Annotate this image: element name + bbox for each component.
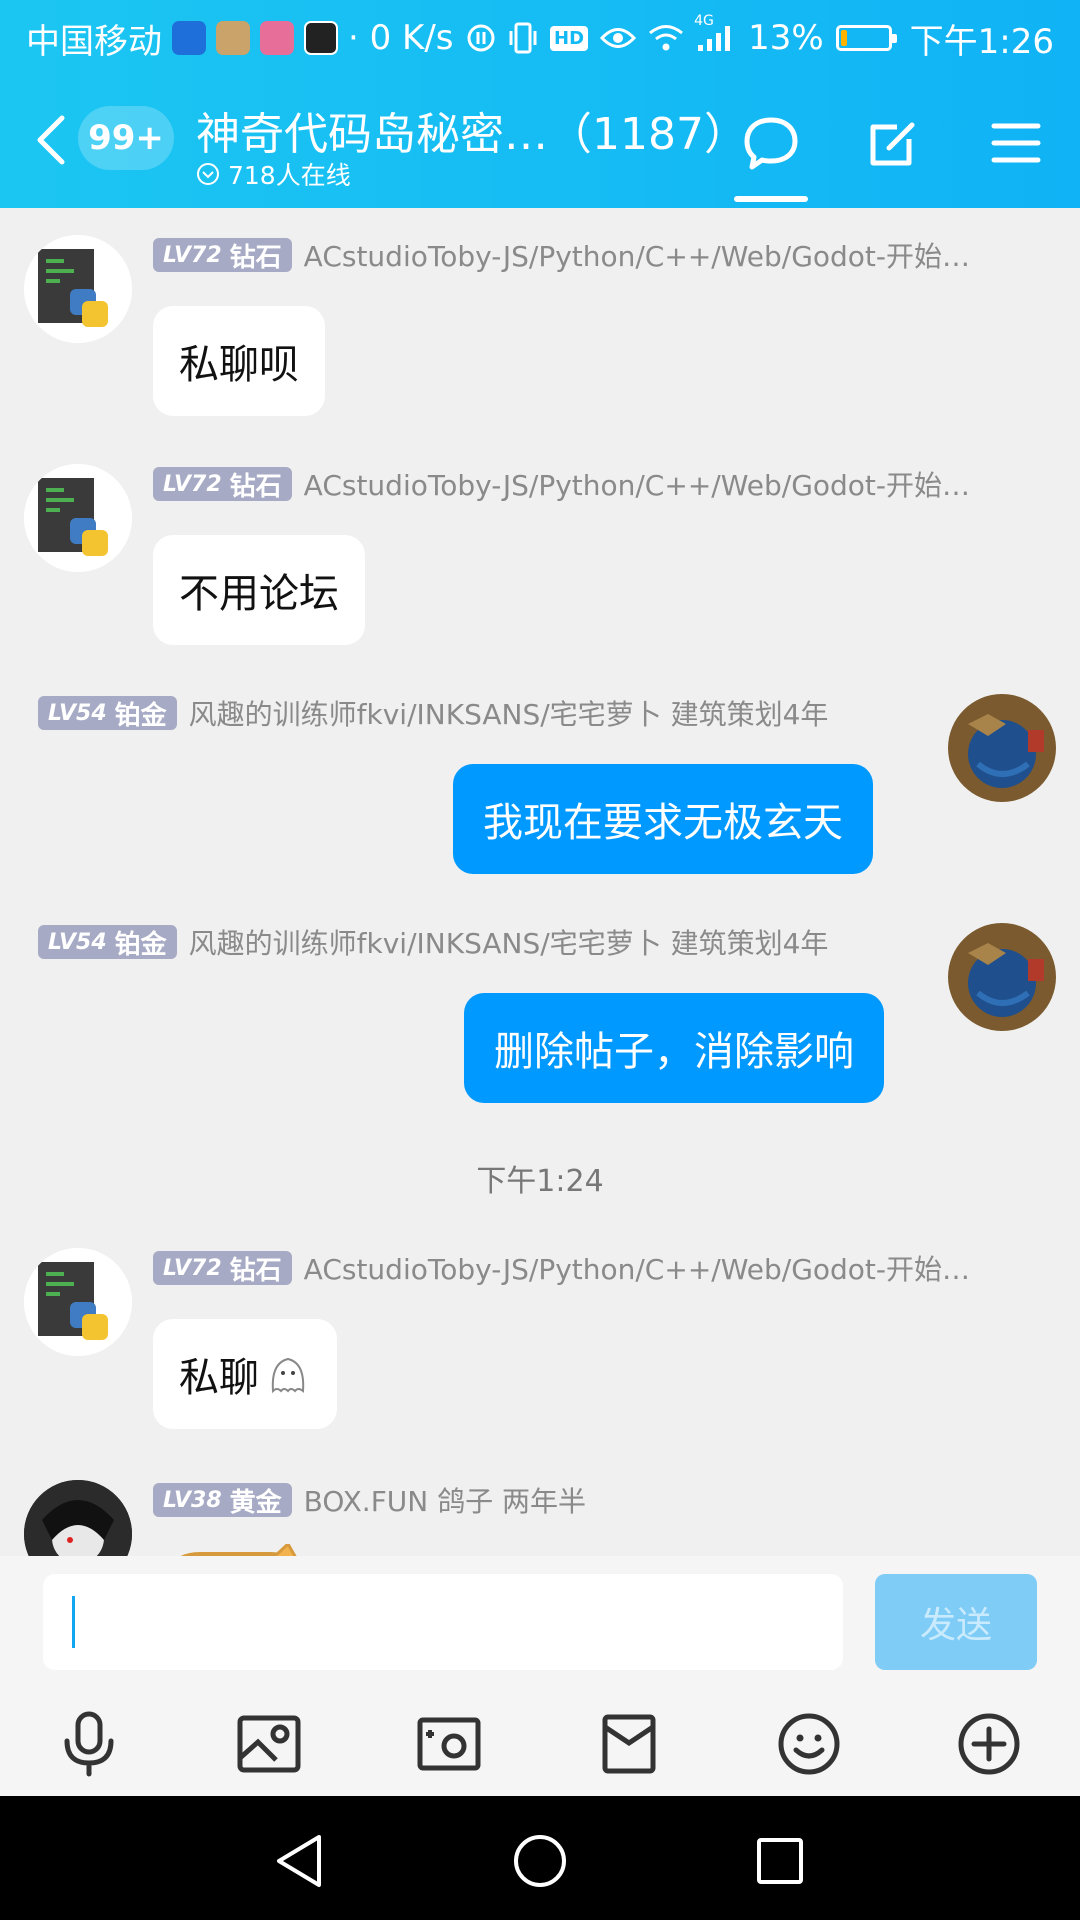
avatar[interactable] [24, 1248, 132, 1356]
net-type-label: 4G [694, 13, 714, 29]
active-tab-indicator [734, 196, 808, 202]
group-title[interactable]: 神奇代码岛秘密…（1187） [196, 98, 748, 162]
rank-label: 钻石 [229, 1255, 282, 1286]
nav-recents-icon[interactable] [745, 1826, 815, 1896]
level-label: LV54 [48, 929, 107, 955]
level-badge: LV38 黄金 [153, 1483, 292, 1518]
level-badge: LV54 铂金 [38, 925, 177, 960]
status-bar: 中国移动 · 0 K/s HD 4G 13% 下午1:26 [0, 0, 1080, 76]
rank-label: 铂金 [114, 929, 167, 960]
system-nav-bar [0, 1796, 1080, 1920]
eye-comfort-icon [600, 25, 637, 51]
check-circle-icon [197, 163, 219, 185]
level-label: LV38 [163, 1487, 222, 1513]
battery-percent: 13% [748, 18, 824, 58]
level-label: LV54 [48, 700, 107, 726]
sender-name[interactable]: ACstudioToby-JS/Python/C++/Web/Godot-开始… [304, 464, 970, 504]
screen-record-icon [304, 21, 338, 55]
sender-name[interactable]: 风趣的训练师fkvi/INKSANS/宅宅萝卜 建筑策划4年 [189, 693, 829, 733]
hd-voice-icon: HD [550, 25, 589, 51]
level-badge: LV72 钻石 [153, 467, 292, 502]
net-speed-label: · 0 K/s [348, 18, 454, 58]
rank-label: 黄金 [229, 1487, 282, 1518]
menu-icon[interactable] [985, 112, 1047, 174]
time-divider: 下午1:24 [476, 1164, 604, 1199]
signal-icon: 4G [694, 13, 736, 53]
unread-count-badge[interactable]: 99+ [78, 106, 174, 170]
my-message-bubble[interactable]: 删除帖子，消除影响 [464, 993, 884, 1103]
avatar[interactable] [948, 694, 1056, 802]
sender-meta: LV38 黄金 BOX.FUN 鸽子 两年半 [153, 1481, 586, 1519]
data-saver-icon [466, 23, 496, 53]
chat-header: 99+ 神奇代码岛秘密…（1187） 718人在线 [0, 90, 1080, 208]
level-badge: LV72 钻石 [153, 1251, 292, 1286]
level-label: LV72 [163, 1255, 222, 1281]
sender-meta: LV72 钻石 ACstudioToby-JS/Python/C++/Web/Go… [153, 1249, 970, 1287]
online-count[interactable]: 718人在线 [196, 156, 351, 192]
back-arrow-icon[interactable] [30, 110, 74, 170]
avatar[interactable] [24, 464, 132, 572]
red-packet-icon[interactable] [589, 1704, 669, 1784]
sender-name[interactable]: BOX.FUN 鸽子 两年半 [304, 1480, 586, 1520]
image-icon[interactable] [229, 1704, 309, 1784]
battery-icon [835, 25, 897, 51]
text-caret [72, 1596, 75, 1648]
sender-name[interactable]: 风趣的训练师fkvi/INKSANS/宅宅萝卜 建筑策划4年 [189, 922, 829, 962]
sender-meta: LV54 铂金 风趣的训练师fkvi/INKSANS/宅宅萝卜 建筑策划4年 [38, 923, 828, 961]
camera-icon[interactable] [409, 1704, 489, 1784]
rank-label: 铂金 [114, 700, 167, 731]
online-count-label: 718人在线 [228, 161, 351, 190]
send-button[interactable]: 发送 [875, 1574, 1037, 1670]
my-message-bubble[interactable]: 我现在要求无极玄天 [453, 764, 873, 874]
battery-fill [840, 30, 848, 46]
emoji-icon[interactable] [769, 1704, 849, 1784]
sender-name[interactable]: ACstudioToby-JS/Python/C++/Web/Godot-开始… [304, 1248, 970, 1288]
message-bubble[interactable]: 不用论坛 [153, 535, 365, 645]
message-bubble[interactable]: 私聊呗 [153, 306, 325, 416]
sender-meta: LV54 铂金 风趣的训练师fkvi/INKSANS/宅宅萝卜 建筑策划4年 [38, 694, 828, 732]
rank-label: 钻石 [229, 471, 282, 502]
avatar[interactable] [24, 1480, 132, 1556]
microphone-icon[interactable] [49, 1704, 129, 1784]
level-label: LV72 [163, 242, 222, 268]
sender-meta: LV72 钻石 ACstudioToby-JS/Python/C++/Web/Go… [153, 236, 970, 274]
chat-bubble-icon[interactable] [740, 112, 802, 174]
video-app-icon [216, 21, 250, 55]
level-badge: LV72 钻石 [153, 238, 292, 273]
sender-meta: LV72 钻石 ACstudioToby-JS/Python/C++/Web/Go… [153, 465, 970, 503]
input-area: 发送 [0, 1556, 1080, 1796]
wifi-icon [648, 24, 684, 52]
vibrate-icon [508, 21, 538, 55]
top-bar: 中国移动 · 0 K/s HD 4G 13% 下午1:26 99+ 神奇代码岛秘… [0, 0, 1080, 208]
bluetooth-app-icon [172, 21, 206, 55]
social-app-icon [260, 21, 294, 55]
carrier-label: 中国移动 [26, 21, 162, 62]
message-text: 私聊 [179, 1355, 259, 1401]
plus-icon[interactable] [949, 1704, 1029, 1784]
rank-label: 钻石 [229, 242, 282, 273]
level-label: LV72 [163, 471, 222, 497]
nav-back-icon[interactable] [265, 1826, 335, 1896]
nav-home-icon[interactable] [505, 1826, 575, 1896]
edit-icon[interactable] [862, 112, 924, 174]
status-time: 下午1:26 [909, 21, 1054, 62]
avatar[interactable] [948, 923, 1056, 1031]
sender-name[interactable]: ACstudioToby-JS/Python/C++/Web/Godot-开始… [304, 235, 970, 275]
message-bubble[interactable]: 私聊 [153, 1319, 337, 1429]
level-badge: LV54 铂金 [38, 696, 177, 731]
sticker-image[interactable] [160, 1544, 320, 1556]
message-input[interactable] [43, 1574, 843, 1670]
chat-list[interactable]: LV72 钻石 ACstudioToby-JS/Python/C++/Web/Go… [0, 208, 1080, 1556]
avatar[interactable] [24, 235, 132, 343]
ghost-emoji-icon [271, 1357, 305, 1394]
